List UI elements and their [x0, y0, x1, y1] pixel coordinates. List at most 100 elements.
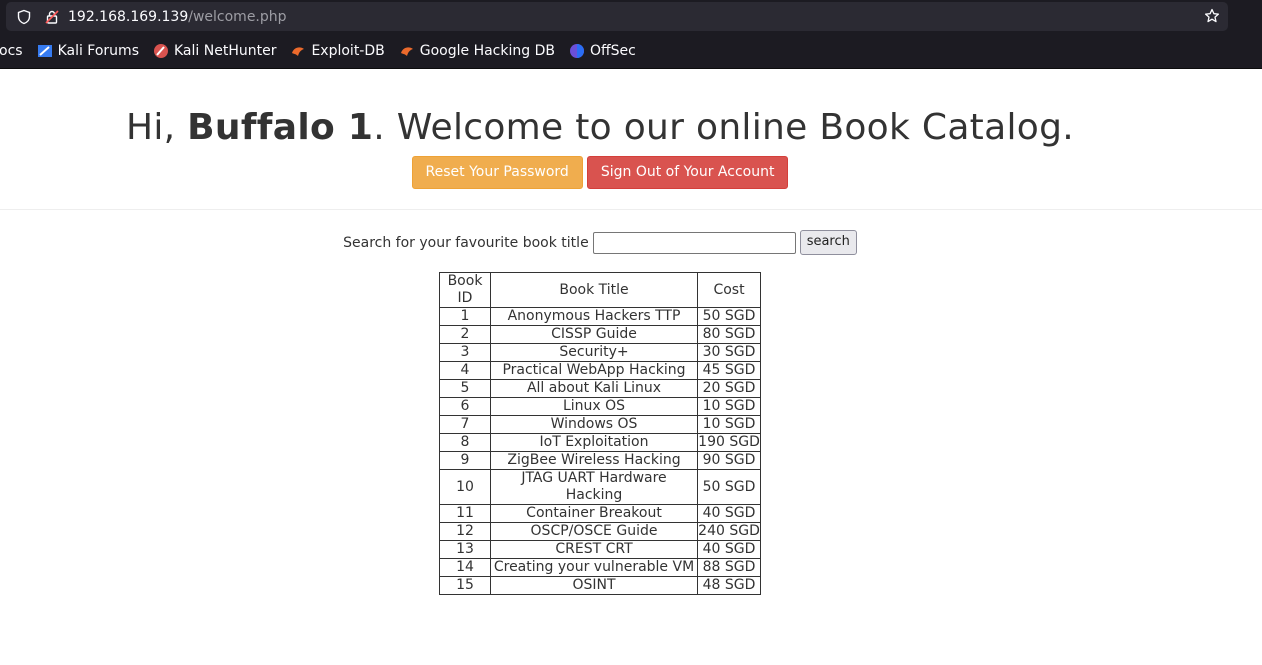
- cost-cell: 190 SGD: [697, 433, 761, 452]
- table-header-row: Book ID Book Title Cost: [439, 272, 761, 308]
- column-header: Book ID: [439, 272, 491, 308]
- book-id-cell: 12: [439, 522, 491, 541]
- page-title: Hi, Buffalo 1. Welcome to our online Boo…: [0, 69, 1231, 150]
- book-title-cell: CREST CRT: [490, 540, 698, 559]
- book-title-cell: Practical WebApp Hacking: [490, 361, 698, 380]
- shield-icon[interactable]: [16, 9, 32, 25]
- address-bar[interactable]: 192.168.169.139/welcome.php: [6, 2, 1228, 31]
- book-title-cell: CISSP Guide: [490, 325, 698, 344]
- book-table: Book ID Book Title Cost 1 Anonymous Hacke…: [439, 272, 761, 595]
- bookmark-label: OffSec: [589, 43, 636, 59]
- book-id-cell: 13: [439, 540, 491, 559]
- column-header: Cost: [697, 272, 761, 308]
- book-id-cell: 3: [439, 343, 491, 362]
- table-row: 7 Windows OS 10 SGD: [439, 415, 761, 434]
- book-id-cell: 6: [439, 397, 491, 416]
- bookmark-docs[interactable]: ocs: [0, 43, 23, 59]
- bookmarks-toolbar: ocs Kali Forums Kali NetHunter Exploit-D…: [0, 36, 650, 66]
- url-host: 192.168.169.139: [68, 8, 189, 25]
- book-id-cell: 15: [439, 576, 491, 595]
- book-id-cell: 2: [439, 325, 491, 344]
- book-id-cell: 8: [439, 433, 491, 452]
- search-button[interactable]: search: [799, 230, 857, 255]
- cost-cell: 40 SGD: [697, 504, 761, 523]
- book-title-cell: All about Kali Linux: [490, 379, 698, 398]
- book-title-cell: OSINT: [490, 576, 698, 595]
- table-row: 6 Linux OS 10 SGD: [439, 397, 761, 416]
- username: Buffalo 1: [187, 107, 374, 148]
- cost-cell: 50 SGD: [697, 469, 761, 505]
- search-label: Search for your favourite book title: [343, 234, 589, 251]
- ghdb-icon: [399, 43, 415, 59]
- book-title-cell: Anonymous Hackers TTP: [490, 307, 698, 326]
- table-row: 9 ZigBee Wireless Hacking 90 SGD: [439, 451, 761, 470]
- cost-cell: 240 SGD: [697, 522, 761, 541]
- book-id-cell: 7: [439, 415, 491, 434]
- cost-cell: 50 SGD: [697, 307, 761, 326]
- bookmark-label: Kali Forums: [57, 43, 139, 59]
- offsec-icon: [569, 43, 585, 59]
- search-form: Search for your favourite book title sea…: [0, 230, 1231, 255]
- table-row: 10 JTAG UART Hardware Hacking 50 SGD: [439, 469, 761, 505]
- bookmark-google-hacking-db[interactable]: Google Hacking DB: [399, 43, 555, 59]
- greeting-prefix: Hi,: [126, 107, 188, 148]
- bookmark-label: ocs: [0, 43, 23, 59]
- book-id-cell: 11: [439, 504, 491, 523]
- book-id-cell: 1: [439, 307, 491, 326]
- url-text[interactable]: 192.168.169.139/welcome.php: [68, 9, 287, 25]
- kali-forums-icon: [37, 43, 53, 59]
- bookmark-label: Exploit-DB: [311, 43, 385, 59]
- sign-out-button[interactable]: Sign Out of Your Account: [586, 156, 789, 189]
- cost-cell: 48 SGD: [697, 576, 761, 595]
- insecure-lock-icon[interactable]: [44, 9, 60, 25]
- book-title-cell: Creating your vulnerable VM: [490, 558, 698, 577]
- table-row: 15 OSINT 48 SGD: [439, 576, 761, 595]
- bookmark-label: Kali NetHunter: [174, 43, 277, 59]
- exploit-db-icon: [290, 43, 306, 59]
- book-title-cell: JTAG UART Hardware Hacking: [490, 469, 698, 505]
- bookmark-kali-nethunter[interactable]: Kali NetHunter: [153, 43, 276, 59]
- book-id-cell: 14: [439, 558, 491, 577]
- account-actions: Reset Your Password Sign Out of Your Acc…: [0, 156, 1231, 189]
- cost-cell: 90 SGD: [697, 451, 761, 470]
- cost-cell: 88 SGD: [697, 558, 761, 577]
- book-id-cell: 10: [439, 469, 491, 505]
- table-row: 4 Practical WebApp Hacking 45 SGD: [439, 361, 761, 380]
- bookmark-exploit-db[interactable]: Exploit-DB: [290, 43, 385, 59]
- reset-password-button[interactable]: Reset Your Password: [411, 156, 583, 189]
- table-row: 2 CISSP Guide 80 SGD: [439, 325, 761, 344]
- browser-chrome: 192.168.169.139/welcome.php ocs Kali For…: [0, 0, 1262, 68]
- book-title-cell: Linux OS: [490, 397, 698, 416]
- table-row: 8 IoT Exploitation 190 SGD: [439, 433, 761, 452]
- cost-cell: 45 SGD: [697, 361, 761, 380]
- book-id-cell: 4: [439, 361, 491, 380]
- page-header: Hi, Buffalo 1. Welcome to our online Boo…: [0, 69, 1262, 189]
- book-title-cell: Container Breakout: [490, 504, 698, 523]
- book-title-cell: IoT Exploitation: [490, 433, 698, 452]
- bookmark-label: Google Hacking DB: [419, 43, 555, 59]
- bookmark-kali-forums[interactable]: Kali Forums: [37, 43, 139, 59]
- divider: [0, 209, 1262, 210]
- cost-cell: 40 SGD: [697, 540, 761, 559]
- book-title-cell: Windows OS: [490, 415, 698, 434]
- table-row: 3 Security+ 30 SGD: [439, 343, 761, 362]
- cost-cell: 10 SGD: [697, 415, 761, 434]
- cost-cell: 20 SGD: [697, 379, 761, 398]
- table-row: 1 Anonymous Hackers TTP 50 SGD: [439, 307, 761, 326]
- search-input[interactable]: [592, 231, 796, 254]
- book-id-cell: 5: [439, 379, 491, 398]
- book-title-cell: OSCP/OSCE Guide: [490, 522, 698, 541]
- bookmark-star-icon[interactable]: [1204, 8, 1220, 24]
- bookmark-offsec[interactable]: OffSec: [569, 43, 636, 59]
- book-id-cell: 9: [439, 451, 491, 470]
- kali-nethunter-icon: [153, 43, 169, 59]
- book-title-cell: ZigBee Wireless Hacking: [490, 451, 698, 470]
- table-row: 12 OSCP/OSCE Guide 240 SGD: [439, 522, 761, 541]
- cost-cell: 10 SGD: [697, 397, 761, 416]
- table-row: 14 Creating your vulnerable VM 88 SGD: [439, 558, 761, 577]
- cost-cell: 80 SGD: [697, 325, 761, 344]
- url-path: /welcome.php: [188, 8, 287, 25]
- table-body: 1 Anonymous Hackers TTP 50 SGD 2 CISSP Guide…: [439, 307, 761, 595]
- column-header: Book Title: [490, 272, 698, 308]
- table-row: 11 Container Breakout 40 SGD: [439, 504, 761, 523]
